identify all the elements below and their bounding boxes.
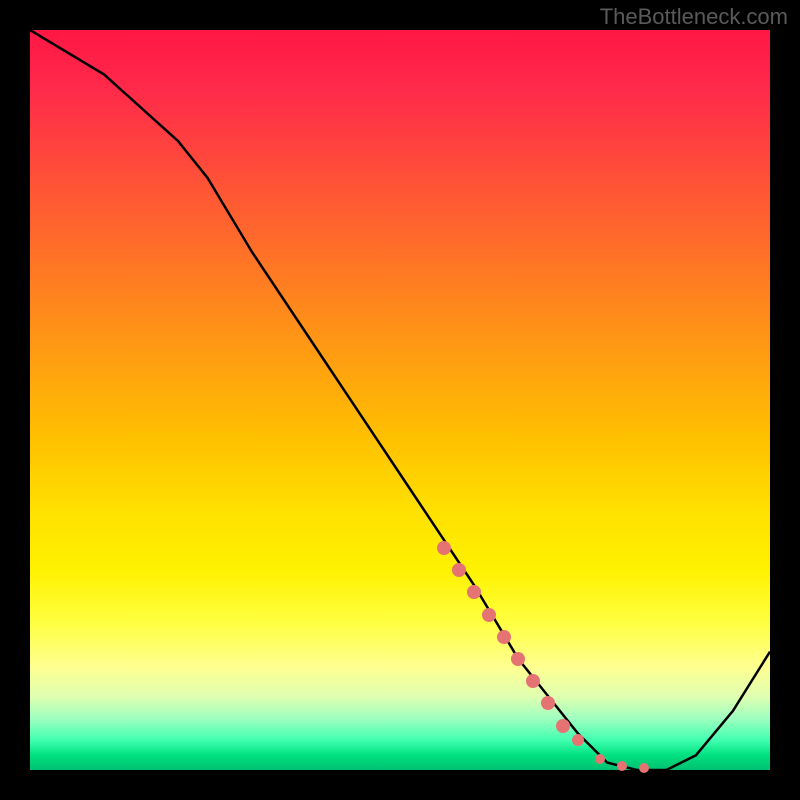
chart-marker (595, 754, 605, 764)
chart-marker (497, 630, 511, 644)
chart-marker (556, 719, 570, 733)
chart-curve (30, 30, 770, 770)
watermark-text: TheBottleneck.com (600, 4, 788, 30)
chart-marker (572, 734, 584, 746)
chart-marker (482, 608, 496, 622)
chart-plot-area (30, 30, 770, 770)
chart-marker (639, 763, 649, 773)
